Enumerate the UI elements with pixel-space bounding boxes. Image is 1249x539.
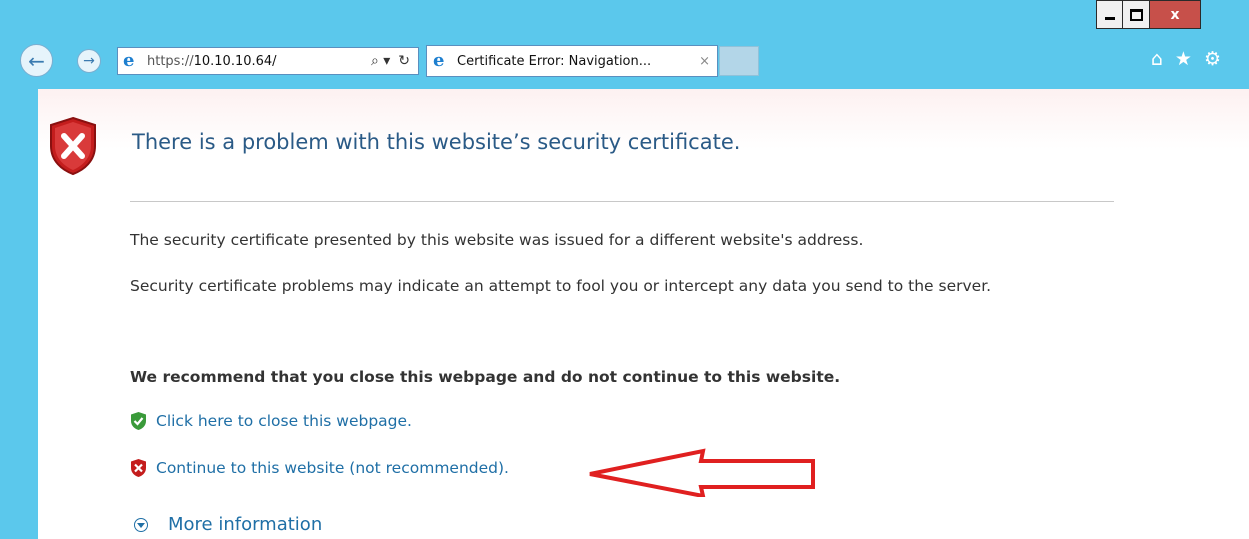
- tab-ie-icon: e: [433, 50, 445, 71]
- close-webpage-link[interactable]: Click here to close this webpage.: [130, 411, 412, 431]
- divider: [130, 201, 1114, 202]
- url-text[interactable]: https://10.10.10.64/: [147, 54, 371, 69]
- page-title: There is a problem with this website’s s…: [132, 130, 741, 154]
- new-tab-button[interactable]: [719, 46, 759, 76]
- red-annotation-arrow: [589, 448, 815, 497]
- browser-tab[interactable]: e Certificate Error: Navigation... ×: [426, 45, 718, 77]
- tools-icon[interactable]: ⚙: [1204, 48, 1221, 70]
- forward-button[interactable]: →: [77, 49, 101, 73]
- continue-website-link[interactable]: Continue to this website (not recommende…: [130, 458, 509, 478]
- warning-description: Security certificate problems may indica…: [130, 277, 992, 295]
- recommendation-text: We recommend that you close this webpage…: [130, 368, 841, 386]
- error-shield-icon: [50, 116, 96, 176]
- expand-icon: [134, 517, 148, 532]
- minimize-icon: [1104, 17, 1115, 20]
- green-shield-icon: [131, 412, 146, 430]
- more-information-label[interactable]: More information: [168, 514, 322, 535]
- close-webpage-link-text[interactable]: Click here to close this webpage.: [156, 412, 412, 430]
- back-button[interactable]: ←: [20, 44, 53, 77]
- home-icon[interactable]: ⌂: [1151, 48, 1163, 70]
- ie-icon: e: [123, 50, 135, 71]
- browser-commands: ⌂ ★ ⚙: [1151, 48, 1221, 70]
- address-tools: ⌕ ▾ ↻: [371, 53, 418, 69]
- minimize-button[interactable]: [1096, 0, 1123, 29]
- close-window-button[interactable]: x: [1150, 0, 1201, 29]
- red-shield-icon: [131, 459, 146, 477]
- address-bar[interactable]: e https://10.10.10.64/ ⌕ ▾ ↻: [117, 47, 419, 75]
- maximize-button[interactable]: [1123, 0, 1150, 29]
- tab-title: Certificate Error: Navigation...: [457, 53, 652, 69]
- browser-toolbar: ← → e https://10.10.10.64/ ⌕ ▾ ↻ e Certi…: [0, 40, 1249, 82]
- maximize-icon: [1129, 8, 1143, 21]
- url-host: 10.10.10.64/: [193, 53, 277, 69]
- close-icon: x: [1170, 6, 1180, 23]
- back-icon: ←: [28, 48, 45, 73]
- favorites-icon[interactable]: ★: [1175, 48, 1192, 70]
- tab-close-icon[interactable]: ×: [699, 54, 717, 69]
- search-icon[interactable]: ⌕ ▾: [371, 53, 390, 69]
- url-scheme: https://: [147, 53, 194, 69]
- refresh-icon[interactable]: ↻: [398, 53, 410, 69]
- more-information-toggle[interactable]: More information: [134, 514, 322, 535]
- window-caption-buttons: x: [1096, 0, 1201, 31]
- forward-icon: →: [83, 53, 95, 69]
- error-description: The security certificate presented by th…: [130, 231, 864, 249]
- browser-window: x ← → e https://10.10.10.64/ ⌕ ▾ ↻ e Cer…: [0, 0, 1249, 539]
- continue-website-link-text[interactable]: Continue to this website (not recommende…: [156, 459, 509, 477]
